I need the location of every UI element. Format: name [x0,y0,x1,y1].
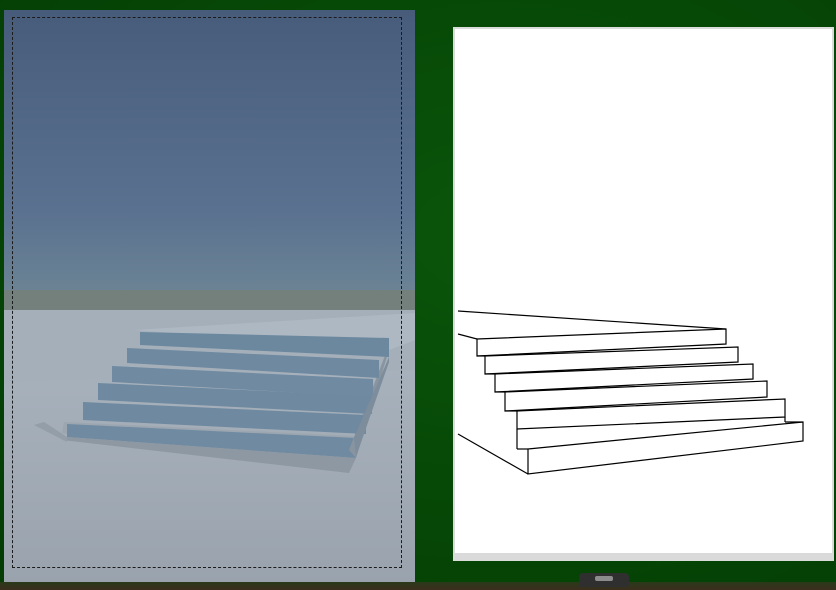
page-shadow [455,553,832,560]
render-image-panel[interactable] [4,10,415,582]
binder-clip-icon [579,573,629,587]
lineart-page[interactable] [455,29,832,559]
board-ledge [0,582,836,590]
stairs-line-drawing [457,310,804,475]
stairs-render-image [4,10,415,582]
